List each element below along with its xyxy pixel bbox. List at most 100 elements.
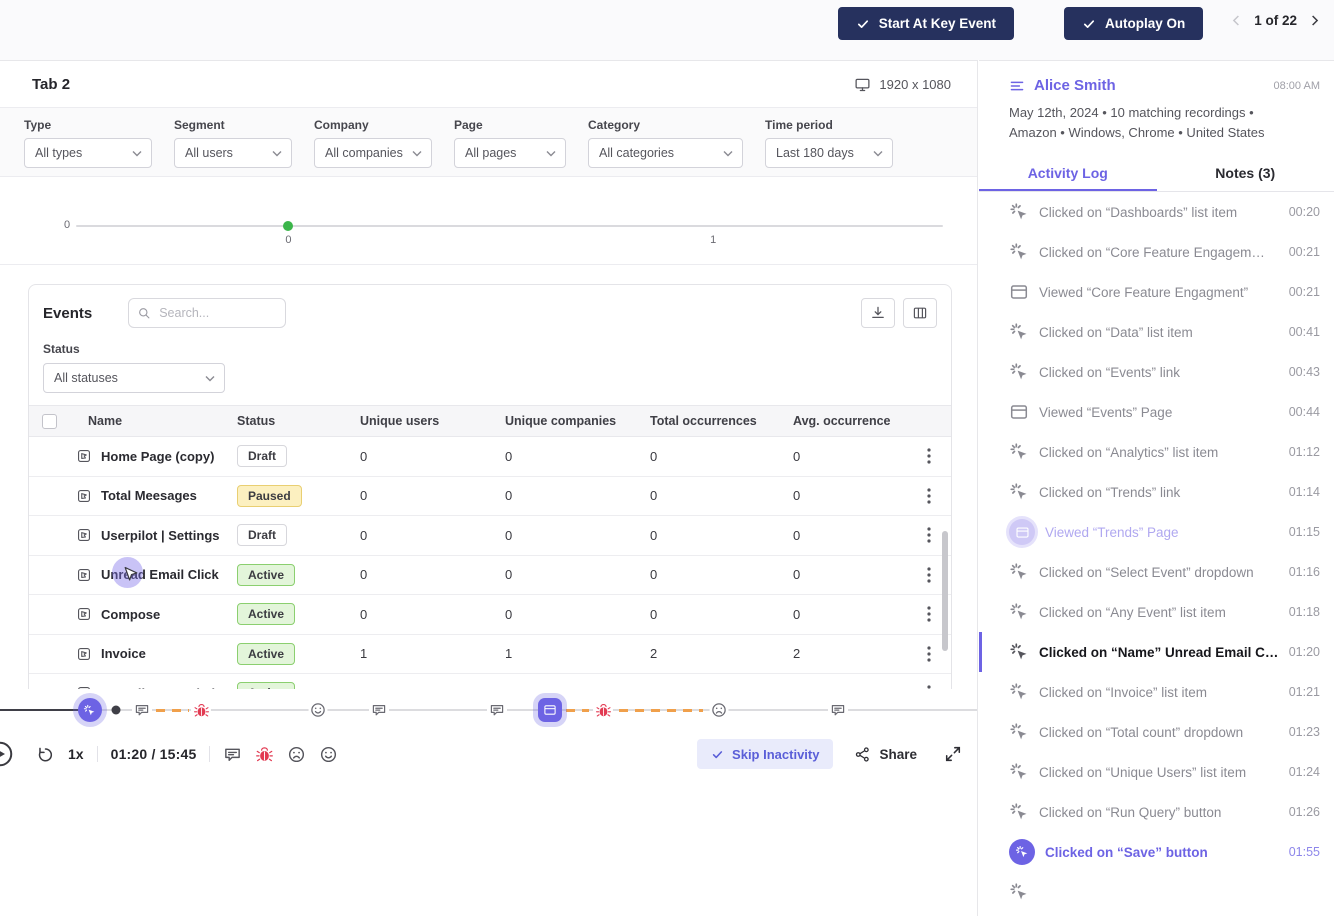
skip-inactivity-toggle[interactable]: Skip Inactivity bbox=[697, 739, 833, 769]
slider-handle[interactable] bbox=[283, 221, 293, 231]
row-menu-icon[interactable] bbox=[927, 488, 931, 504]
activity-item[interactable]: Clicked on “Any Event” list item 01:18 bbox=[979, 592, 1334, 632]
table-row[interactable]: Total Meesages Paused 0 0 0 0 bbox=[29, 477, 951, 517]
happy-marker-icon[interactable] bbox=[319, 745, 338, 764]
activity-item[interactable]: Clicked on “Data” list item 00:41 bbox=[979, 312, 1334, 352]
activity-item[interactable]: Clicked on “Run Query” button 01:26 bbox=[979, 792, 1334, 832]
timeline-marker-bug[interactable] bbox=[593, 700, 613, 720]
filter-label: Segment bbox=[174, 118, 292, 132]
activity-item[interactable]: Clicked on “Select Event” dropdown 01:16 bbox=[979, 552, 1334, 592]
row-menu-icon[interactable] bbox=[927, 567, 931, 583]
unique-users-value: 0 bbox=[360, 449, 505, 464]
session-list-icon[interactable] bbox=[1009, 78, 1025, 94]
table-row[interactable]: Invoice Active 1 1 2 2 bbox=[29, 635, 951, 675]
previous-session-icon[interactable] bbox=[1229, 13, 1244, 28]
tab-notes[interactable]: Notes (3) bbox=[1157, 157, 1334, 191]
event-name: Userpilot | Settings bbox=[101, 528, 220, 543]
play-pause-button[interactable] bbox=[0, 739, 15, 769]
select-all-checkbox[interactable] bbox=[42, 414, 57, 429]
timeline-marker-note[interactable] bbox=[369, 700, 389, 720]
autoplay-toggle-button[interactable]: Autoplay On bbox=[1064, 7, 1203, 40]
filter-dropdown[interactable]: All users bbox=[174, 138, 292, 168]
resolution-label: 1920 x 1080 bbox=[879, 77, 951, 92]
row-menu-icon[interactable] bbox=[927, 646, 931, 662]
activity-item[interactable]: Clicked on “Dashboards” list item 00:20 bbox=[979, 192, 1334, 232]
timeline-marker-note[interactable] bbox=[828, 700, 848, 720]
activity-item[interactable]: Clicked on “Invoice” list item 01:21 bbox=[979, 672, 1334, 712]
table-row[interactable]: Home Page (copy) Draft 0 0 0 0 bbox=[29, 437, 951, 477]
activity-icon bbox=[1009, 242, 1029, 262]
next-session-icon[interactable] bbox=[1307, 13, 1322, 28]
activity-text: Clicked on “Invoice” list item bbox=[1039, 685, 1279, 700]
columns-button[interactable] bbox=[903, 298, 937, 328]
column-header: Unique users bbox=[360, 414, 505, 428]
row-menu-icon[interactable] bbox=[927, 527, 931, 543]
timeline-marker-event[interactable] bbox=[538, 698, 562, 722]
row-menu-icon[interactable] bbox=[927, 448, 931, 464]
check-icon bbox=[856, 17, 870, 31]
user-name[interactable]: Alice Smith bbox=[1034, 77, 1116, 94]
timeline-marker-playhead[interactable] bbox=[78, 698, 102, 722]
activity-item[interactable]: Viewed “Core Feature Engagment” 00:21 bbox=[979, 272, 1334, 312]
event-icon bbox=[76, 527, 92, 543]
row-menu-icon[interactable] bbox=[927, 606, 931, 622]
table-row[interactable]: Unread Email Click Active 0 0 0 0 bbox=[29, 556, 951, 596]
activity-time: 01:12 bbox=[1289, 445, 1320, 459]
timeline-marker-dot[interactable] bbox=[112, 706, 121, 715]
table-row[interactable]: Userpilot | Settings Draft 0 0 0 0 bbox=[29, 516, 951, 556]
chevron-down-icon bbox=[873, 150, 883, 157]
timeline-marker-smile[interactable] bbox=[308, 701, 327, 720]
filter-dropdown[interactable]: Last 180 days bbox=[765, 138, 893, 168]
export-button[interactable] bbox=[861, 298, 895, 328]
event-name: Total Meesages bbox=[101, 488, 197, 503]
column-header: Status bbox=[237, 414, 360, 428]
filter-dropdown[interactable]: All pages bbox=[454, 138, 566, 168]
filter-dropdown[interactable]: All types bbox=[24, 138, 152, 168]
table-row[interactable]: Compose Active 0 0 0 0 bbox=[29, 595, 951, 635]
playback-speed-button[interactable]: 1x bbox=[68, 746, 84, 762]
activity-item[interactable]: Clicked on “Trends” link 01:14 bbox=[979, 472, 1334, 512]
download-icon bbox=[870, 305, 886, 321]
activity-item[interactable]: Clicked on “Analytics” list item 01:12 bbox=[979, 432, 1334, 472]
activity-icon bbox=[1009, 322, 1029, 342]
activity-item[interactable]: Clicked on “Save” button 01:55 bbox=[979, 832, 1334, 872]
activity-text: Clicked on “Name” Unread Email C… bbox=[1039, 645, 1279, 660]
activity-icon bbox=[1009, 202, 1029, 222]
timeline[interactable] bbox=[0, 697, 978, 723]
frustrated-marker-icon[interactable] bbox=[287, 745, 306, 764]
slider-track[interactable]: 0 1 bbox=[76, 225, 943, 227]
activity-item[interactable]: Clicked on “Core Feature Engagem… 00:21 bbox=[979, 232, 1334, 272]
filter-bar: Type All types Segment All users Company… bbox=[0, 107, 977, 177]
start-at-key-event-button[interactable]: Start At Key Event bbox=[838, 7, 1014, 40]
activity-item[interactable] bbox=[979, 872, 1334, 912]
activity-time: 00:41 bbox=[1289, 325, 1320, 339]
avg-occurrence-value: 0 bbox=[793, 528, 907, 543]
activity-item[interactable]: Viewed “Events” Page 00:44 bbox=[979, 392, 1334, 432]
timeline-marker-note[interactable] bbox=[132, 700, 152, 720]
rewind-10-icon[interactable] bbox=[36, 745, 55, 764]
event-icon bbox=[76, 448, 92, 464]
filter-dropdown[interactable]: All categories bbox=[588, 138, 743, 168]
activity-time: 01:20 bbox=[1289, 645, 1320, 659]
timeline-marker-note[interactable] bbox=[487, 700, 507, 720]
activity-item[interactable]: Clicked on “Total count” dropdown 01:23 bbox=[979, 712, 1334, 752]
share-button[interactable]: Share bbox=[854, 746, 917, 763]
table-scrollbar[interactable] bbox=[942, 531, 948, 651]
timeline-marker-bug[interactable] bbox=[191, 700, 211, 720]
activity-item[interactable]: Clicked on “Unique Users” list item 01:2… bbox=[979, 752, 1334, 792]
activity-item[interactable]: Clicked on “Events” link 00:43 bbox=[979, 352, 1334, 392]
tab-activity-log[interactable]: Activity Log bbox=[979, 157, 1157, 191]
activity-item[interactable]: Clicked on “Name” Unread Email C… 01:20 bbox=[979, 632, 1334, 672]
activity-icon bbox=[1009, 442, 1029, 462]
activity-time: 00:21 bbox=[1289, 245, 1320, 259]
status-filter-dropdown[interactable]: All statuses bbox=[43, 363, 225, 393]
activity-item[interactable]: Viewed “Trends” Page 01:15 bbox=[979, 512, 1334, 552]
filter-dropdown[interactable]: All companies bbox=[314, 138, 432, 168]
timeline-marker-frown[interactable] bbox=[709, 701, 728, 720]
activity-text: Clicked on “Total count” dropdown bbox=[1039, 725, 1279, 740]
fullscreen-icon[interactable] bbox=[944, 745, 962, 763]
filter-label: Page bbox=[454, 118, 566, 132]
bug-marker-icon[interactable] bbox=[255, 745, 274, 764]
note-marker-icon[interactable] bbox=[223, 745, 242, 764]
search-input[interactable] bbox=[128, 298, 286, 328]
